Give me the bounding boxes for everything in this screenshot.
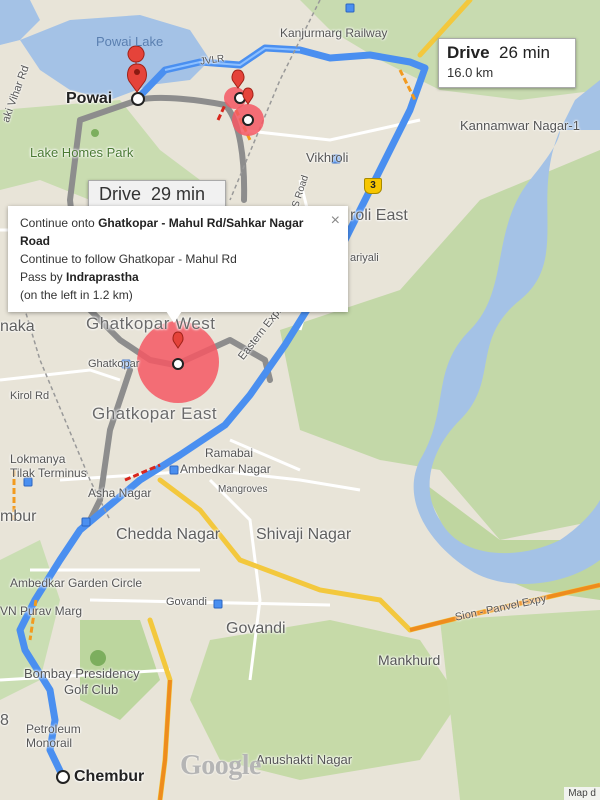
label-lokmanya: Lokmanya	[10, 452, 66, 466]
label-monorail: Monorail	[26, 736, 73, 750]
label-govandi-station: Govandi	[166, 596, 207, 608]
label-ambedkar: Ambedkar Nagar	[180, 462, 271, 476]
highway-shield-icon: 3	[364, 178, 382, 194]
bubble-line-1: Continue onto Ghatkopar - Mahul Rd/Sahka…	[20, 214, 336, 250]
label-vikhroli: Vikhroli	[306, 150, 349, 165]
route-primary-duration: 26 min	[498, 43, 551, 62]
route-primary-box[interactable]: Drive 26 min 16.0 km	[438, 38, 576, 88]
label-ghatkopar-east: Ghatkopar East	[92, 404, 218, 423]
label-petroleum: Petroleum	[26, 722, 81, 736]
label-bombay-pres: Bombay Presidency	[24, 666, 140, 681]
label-powai-lake: Powai Lake	[96, 34, 164, 49]
label-anushakti: Anushakti Nagar	[256, 752, 353, 767]
label-ambedkar-garden: Ambedkar Garden Circle	[10, 576, 143, 590]
label-kirol: Kirol Rd	[10, 390, 50, 402]
label-kanjurmarg: Kanjurmarg Railway	[280, 26, 388, 40]
label-tilak: Tilak Terminus	[10, 466, 87, 480]
bubble-line-3-landmark: Indraprastha	[66, 270, 139, 284]
close-icon[interactable]: ×	[331, 212, 340, 230]
route-primary-mode: Drive	[447, 43, 490, 62]
google-logo: Google	[180, 750, 262, 781]
label-mankhurd: Mankhurd	[378, 652, 441, 668]
label-govandi: Govandi	[226, 620, 286, 637]
route-primary-title: Drive 26 min	[447, 43, 567, 63]
label-shivaji: Shivaji Nagar	[256, 526, 352, 543]
label-naka: naka	[0, 318, 35, 335]
label-ghatkopar-west: Ghatkopar West	[86, 314, 216, 333]
label-ghatkopar-station: Ghatkopar	[88, 358, 140, 370]
label-golf: Golf Club	[64, 682, 119, 697]
label-chembur-w: mbur	[0, 508, 37, 525]
bubble-line-1-prefix: Continue onto	[20, 216, 99, 230]
label-eight: 8	[0, 712, 9, 729]
route-primary-distance: 16.0 km	[447, 65, 494, 80]
map-data-attribution[interactable]: Map d	[564, 787, 600, 800]
label-vikhroli-east: roli East	[350, 207, 408, 224]
directions-info-bubble: × Continue onto Ghatkopar - Mahul Rd/Sah…	[8, 206, 348, 312]
bubble-line-2: Continue to follow Ghatkopar - Mahul Rd	[20, 252, 237, 266]
label-kannamwar: Kannamwar Nagar-1	[460, 118, 580, 133]
map-canvas[interactable]: Powai Lake Kanjurmarg Railway JVLR Kanna…	[0, 0, 600, 800]
destination-label[interactable]: Chembur	[74, 768, 144, 786]
label-hariyali: ariyali	[350, 252, 379, 264]
bubble-line-3: Pass by Indraprastha	[20, 268, 336, 286]
label-asha: Asha Nagar	[88, 486, 152, 500]
bubble-tail	[166, 311, 182, 323]
route-alternate-text: Drive 29 min	[99, 184, 206, 204]
label-purav: VN Purav Marg	[0, 604, 83, 618]
label-ramabai: Ramabai	[205, 446, 254, 460]
bubble-line-4: (on the left in 1.2 km)	[20, 288, 133, 302]
label-mangroves: Mangroves	[218, 484, 268, 495]
origin-label[interactable]: Powai	[66, 90, 112, 108]
bubble-line-3-prefix: Pass by	[20, 270, 67, 284]
label-chedda: Chedda Nagar	[116, 526, 221, 543]
label-lake-homes: Lake Homes Park	[30, 145, 134, 160]
